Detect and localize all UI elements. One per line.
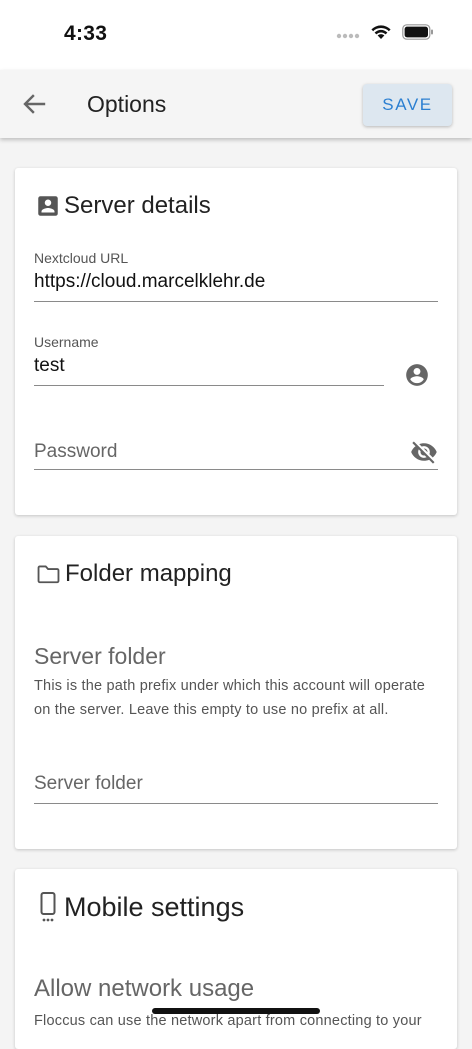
username-label: Username [34, 334, 99, 350]
username-input[interactable] [34, 355, 384, 377]
folder-mapping-title: Folder mapping [65, 560, 232, 587]
mobile-settings-heading: Mobile settings [35, 891, 244, 923]
nextcloud-url-input[interactable] [34, 271, 438, 293]
status-time: 4:33 [64, 22, 108, 45]
server-details-title: Server details [64, 192, 211, 219]
battery-icon [402, 24, 434, 45]
server-folder-heading: Server folder [34, 643, 166, 669]
folder-mapping-heading: Folder mapping [35, 560, 232, 588]
arrow-back-icon [20, 94, 48, 120]
account-circle-icon[interactable] [404, 362, 430, 393]
status-icons [336, 24, 434, 45]
server-details-heading: Server details [35, 192, 211, 220]
page-title: Options [87, 91, 167, 117]
save-button[interactable]: SAVE [363, 84, 452, 126]
visibility-off-icon[interactable] [410, 438, 438, 471]
username-field[interactable]: Username [34, 334, 384, 386]
signal-dots-icon [336, 26, 360, 44]
password-input[interactable] [34, 441, 438, 463]
server-details-card: Server details Nextcloud URL Username [15, 168, 457, 515]
server-folder-field[interactable] [34, 751, 438, 805]
nextcloud-url-field[interactable]: Nextcloud URL [34, 250, 438, 302]
app-bar: Options SAVE [0, 70, 472, 138]
folder-mapping-card: Folder mapping Server folder This is the… [15, 536, 457, 849]
password-field[interactable] [34, 418, 438, 470]
folder-icon [35, 561, 62, 587]
field-underline [34, 385, 384, 386]
field-underline [34, 803, 438, 804]
back-button[interactable] [20, 92, 48, 116]
allow-network-usage-heading: Allow network usage [34, 975, 255, 1002]
home-indicator [152, 1008, 320, 1014]
nextcloud-url-label: Nextcloud URL [34, 250, 129, 266]
server-folder-input[interactable] [34, 773, 438, 795]
mobile-settings-card: Mobile settings Allow network usage Floc… [15, 869, 457, 1049]
server-folder-help-text: This is the path prefix under which this… [34, 678, 426, 718]
field-underline [34, 469, 438, 470]
field-underline [34, 301, 438, 302]
mobile-settings-title: Mobile settings [64, 891, 245, 922]
status-bar: 4:33 [0, 0, 472, 70]
wifi-icon [370, 24, 392, 45]
smartphone-icon [35, 891, 61, 923]
account-box-icon [35, 193, 61, 219]
